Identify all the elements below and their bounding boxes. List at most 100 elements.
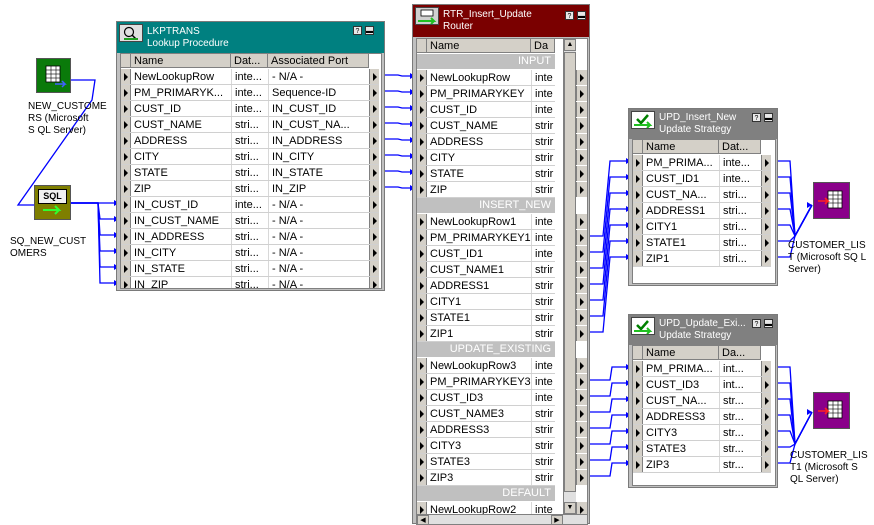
output-port-handle[interactable]: [761, 361, 771, 376]
upd-insert-col-header[interactable]: Name: [643, 140, 719, 154]
output-port-handle[interactable]: [369, 165, 379, 180]
input-port-handle[interactable]: [417, 358, 427, 373]
output-port-handle[interactable]: [576, 246, 587, 261]
input-port-handle[interactable]: [417, 454, 427, 469]
output-port-handle[interactable]: [369, 261, 379, 276]
router-group-header[interactable]: INPUT: [417, 54, 555, 69]
output-port-handle[interactable]: [369, 213, 379, 228]
output-port-handle[interactable]: [576, 294, 587, 309]
router-col-header[interactable]: Da: [531, 39, 555, 53]
output-port-handle[interactable]: [369, 277, 379, 288]
router-port-row[interactable]: STATE3 strir: [417, 454, 555, 470]
output-port-handle[interactable]: [576, 374, 587, 389]
output-port-handle[interactable]: [761, 377, 771, 392]
router-port-row[interactable]: NewLookupRow3 inte: [417, 358, 555, 374]
output-port-handle[interactable]: [576, 422, 587, 437]
input-port-handle[interactable]: [633, 409, 643, 424]
upd-insert-title-bar[interactable]: UPD_Insert_New Update Strategy ? ▬: [629, 109, 777, 139]
upd-insert-col-header[interactable]: Dat...: [719, 140, 761, 154]
router-port-row[interactable]: CUST_NAME strir: [417, 118, 555, 134]
minimize-button[interactable]: ▬: [764, 113, 773, 122]
output-port-handle[interactable]: [761, 441, 771, 456]
lookup-port-row[interactable]: IN_STATE stri... - N/A -: [121, 261, 379, 277]
output-port-handle[interactable]: [369, 101, 379, 116]
scroll-up-button[interactable]: ▲: [564, 39, 576, 51]
output-port-handle[interactable]: [761, 155, 771, 170]
input-port-handle[interactable]: [121, 245, 131, 260]
upd-update-title-bar[interactable]: UPD_Update_Exi... Update Strategy ? ▬: [629, 315, 777, 345]
upd-update-port-row[interactable]: PM_PRIMA... int...: [633, 361, 771, 377]
router-port-row[interactable]: STATE strir: [417, 166, 555, 182]
output-port-handle[interactable]: [576, 86, 587, 101]
minimize-button[interactable]: ▬: [365, 26, 374, 35]
lookup-title-bar[interactable]: LKPTRANS Lookup Procedure ? ▬: [117, 22, 384, 53]
input-port-handle[interactable]: [417, 406, 427, 421]
output-port-handle[interactable]: [576, 134, 587, 149]
source-table-icon[interactable]: [36, 58, 71, 93]
minimize-button[interactable]: ▬: [764, 319, 773, 328]
output-port-handle[interactable]: [576, 438, 587, 453]
input-port-handle[interactable]: [121, 213, 131, 228]
upd-insert-port-row[interactable]: CUST_ID1 inte...: [633, 171, 771, 187]
output-port-handle[interactable]: [761, 409, 771, 424]
router-transformation[interactable]: RTR_Insert_Update Router ? ▬ Name Da INPUT…: [412, 4, 590, 525]
lookup-port-row[interactable]: IN_CUST_ID inte... - N/A -: [121, 197, 379, 213]
input-port-handle[interactable]: [121, 197, 131, 212]
output-port-handle[interactable]: [369, 85, 379, 100]
output-port-handle[interactable]: [761, 425, 771, 440]
input-port-handle[interactable]: [121, 229, 131, 244]
output-port-handle[interactable]: [369, 133, 379, 148]
input-port-handle[interactable]: [417, 438, 427, 453]
lookup-port-row[interactable]: PM_PRIMARYK... inte... Sequence-ID: [121, 85, 379, 101]
lookup-port-row[interactable]: IN_CUST_NAME stri... - N/A -: [121, 213, 379, 229]
scroll-down-button[interactable]: ▼: [564, 502, 576, 514]
router-group-header[interactable]: DEFAULT: [417, 486, 555, 501]
input-port-handle[interactable]: [417, 310, 427, 325]
input-port-handle[interactable]: [121, 101, 131, 116]
output-port-handle[interactable]: [761, 235, 771, 250]
router-port-row[interactable]: CUST_ID1 inte: [417, 246, 555, 262]
input-port-handle[interactable]: [417, 422, 427, 437]
output-port-handle[interactable]: [369, 149, 379, 164]
upd-insert-port-row[interactable]: CUST_NA... stri...: [633, 187, 771, 203]
output-port-handle[interactable]: [576, 182, 587, 197]
output-port-handle[interactable]: [576, 326, 587, 341]
input-port-handle[interactable]: [417, 246, 427, 261]
upd-update-port-row[interactable]: CUST_NA... str...: [633, 393, 771, 409]
output-port-handle[interactable]: [576, 102, 587, 117]
lookup-port-row[interactable]: CUST_ID inte... IN_CUST_ID: [121, 101, 379, 117]
input-port-handle[interactable]: [121, 165, 131, 180]
router-vertical-scrollbar[interactable]: ▲ ▼: [563, 39, 576, 514]
upd-update-port-row[interactable]: ADDRESS3 str...: [633, 409, 771, 425]
output-port-handle[interactable]: [369, 69, 379, 84]
update-strategy-update[interactable]: UPD_Update_Exi... Update Strategy ? ▬ Na…: [628, 314, 778, 488]
router-port-row[interactable]: ZIP3 strir: [417, 470, 555, 486]
input-port-handle[interactable]: [417, 134, 427, 149]
router-port-row[interactable]: CUST_ID3 inte: [417, 390, 555, 406]
input-port-handle[interactable]: [121, 69, 131, 84]
router-port-row[interactable]: ADDRESS3 strir: [417, 422, 555, 438]
output-port-handle[interactable]: [369, 229, 379, 244]
source-qualifier-icon[interactable]: SQL: [34, 185, 71, 220]
lookup-port-row[interactable]: NewLookupRow inte... - N/A -: [121, 69, 379, 85]
input-port-handle[interactable]: [633, 203, 643, 218]
output-port-handle[interactable]: [576, 406, 587, 421]
input-port-handle[interactable]: [121, 181, 131, 196]
input-port-handle[interactable]: [417, 86, 427, 101]
output-port-handle[interactable]: [761, 171, 771, 186]
input-port-handle[interactable]: [121, 277, 131, 288]
output-port-handle[interactable]: [369, 117, 379, 132]
output-port-handle[interactable]: [576, 230, 587, 245]
upd-insert-port-row[interactable]: ZIP1 stri...: [633, 251, 771, 267]
output-port-handle[interactable]: [369, 197, 379, 212]
input-port-handle[interactable]: [417, 294, 427, 309]
input-port-handle[interactable]: [633, 377, 643, 392]
router-port-row[interactable]: NewLookupRow1 inte: [417, 214, 555, 230]
router-port-row[interactable]: CUST_ID inte: [417, 102, 555, 118]
input-port-handle[interactable]: [121, 117, 131, 132]
router-port-row[interactable]: ZIP strir: [417, 182, 555, 198]
help-button[interactable]: ?: [752, 113, 761, 122]
output-port-handle[interactable]: [576, 262, 587, 277]
lookup-port-row[interactable]: IN_ZIP stri... - N/A -: [121, 277, 379, 288]
output-port-handle[interactable]: [761, 187, 771, 202]
